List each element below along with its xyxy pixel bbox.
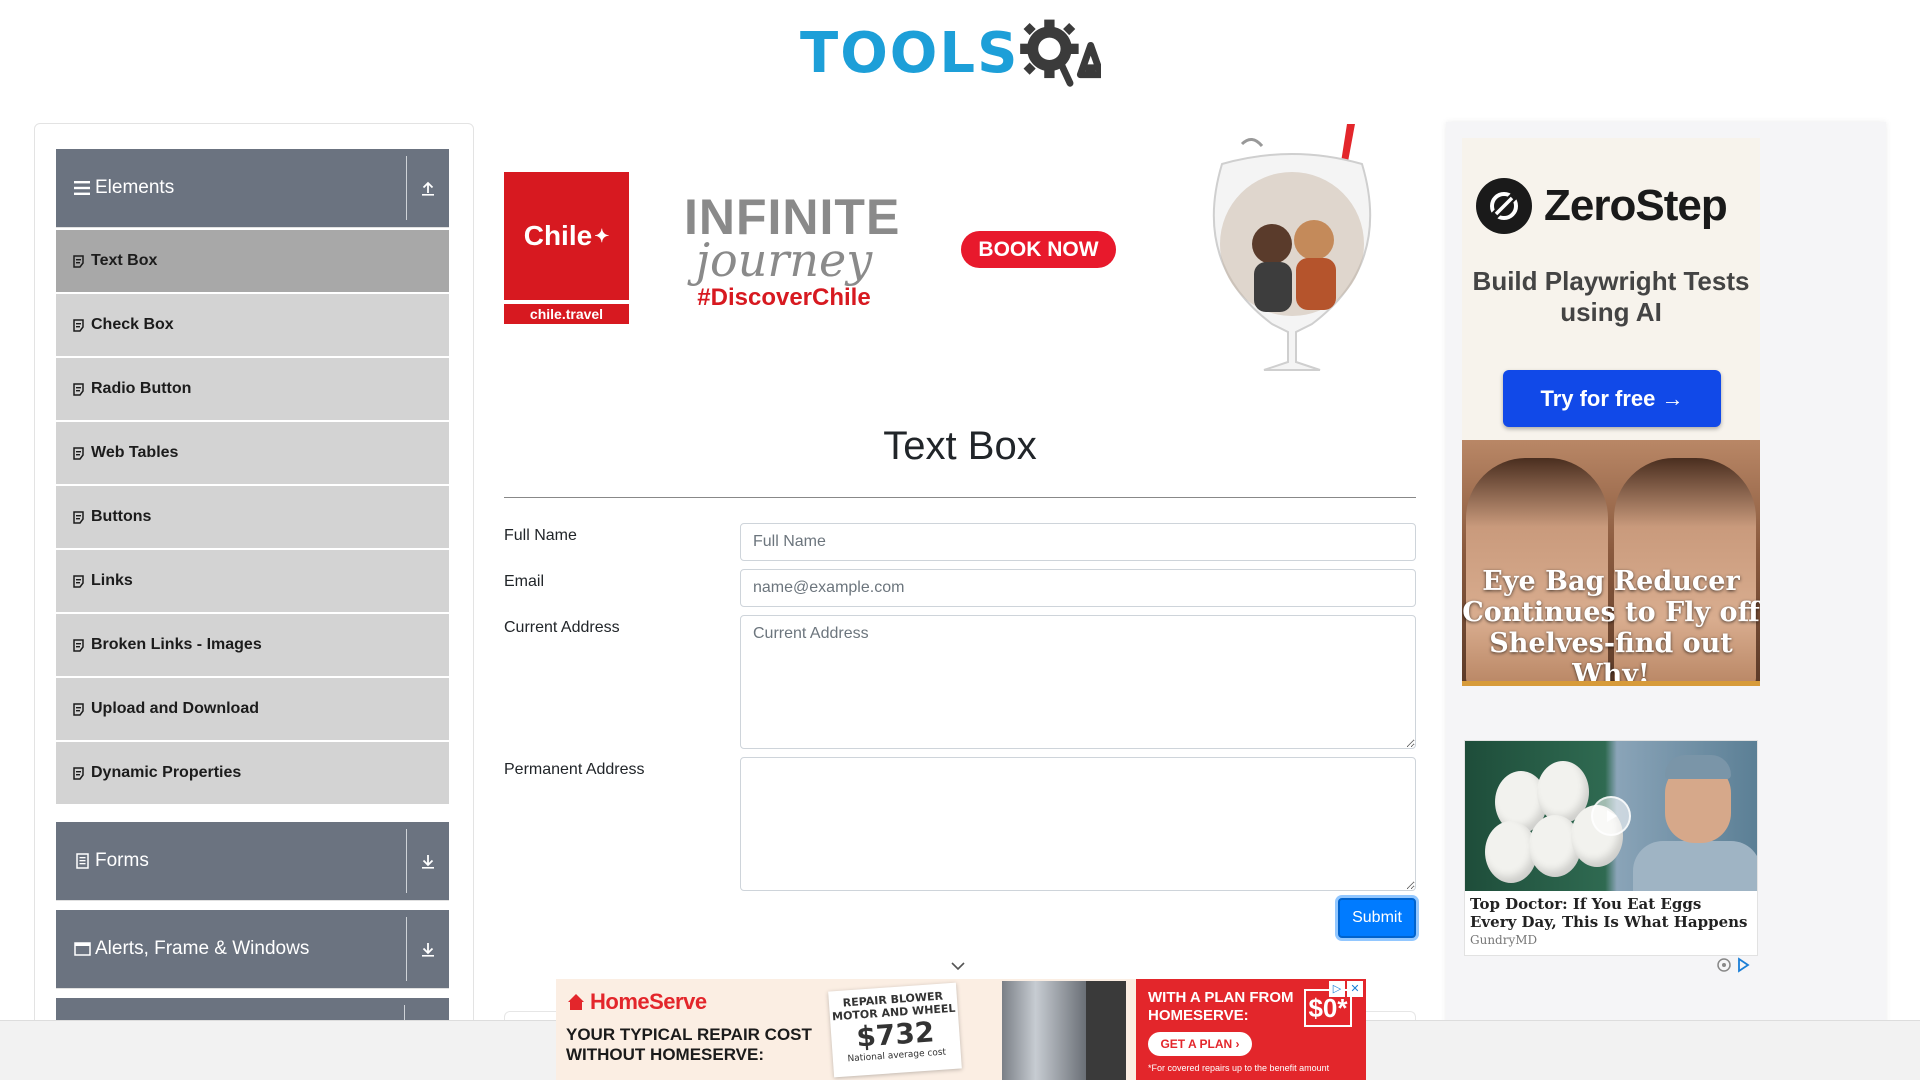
window-icon (73, 940, 91, 958)
homeserve-ad-banner[interactable]: HomeServe YOUR TYPICAL REPAIR COST WITHO… (556, 979, 1366, 1080)
sidebar-item-label: Text Box (91, 252, 158, 269)
form-item-icon (71, 765, 85, 781)
left-sidebar: Elements Text Box Check Box Radio Button… (34, 123, 474, 1080)
house-icon (568, 994, 584, 1010)
homeserve-brand: HomeServe (590, 989, 707, 1014)
form-item-icon (71, 445, 85, 461)
permanent-address-label: Permanent Address (504, 761, 645, 778)
eggs-ad-card[interactable]: Top Doctor: If You Eat Eggs Every Day, T… (1464, 740, 1758, 956)
ad-line-2: journey (695, 233, 873, 287)
chile-logo-text: Chile (523, 220, 593, 251)
title-divider (504, 497, 1416, 498)
group-title: Elements (95, 177, 175, 198)
eggs-ad-title: Top Doctor: If You Eat Eggs Every Day, T… (1470, 895, 1748, 931)
sidebar-item-label: Check Box (91, 316, 174, 333)
plan-text: WITH A PLAN FROM HOMESERVE: (1148, 989, 1294, 1024)
zerostep-ad[interactable]: ZeroStep Build Playwright Tests using AI… (1462, 138, 1760, 442)
sidebar-item-check-box[interactable]: Check Box (56, 294, 449, 356)
plan-disclaimer: *For covered repairs up to the benefit a… (1148, 1063, 1330, 1073)
hamburger-icon (73, 179, 91, 197)
expand-arrow-icon[interactable] (407, 941, 449, 957)
adchoices-icon[interactable] (1716, 956, 1756, 974)
sidebar-item-web-tables[interactable]: Web Tables (56, 422, 449, 484)
sidebar-item-upload-download[interactable]: Upload and Download (56, 678, 449, 740)
group-title: Alerts, Frame & Windows (95, 938, 310, 959)
form-icon (73, 852, 91, 870)
form-item-icon (71, 509, 85, 525)
page: TOOLS Elements Text Box Check Box Radio … (0, 0, 1920, 1080)
group-alerts-header[interactable]: Alerts, Frame & Windows (56, 910, 449, 989)
submit-button[interactable]: Submit (1338, 898, 1416, 938)
hvac-unit-image (1002, 981, 1086, 1080)
get-a-plan-button[interactable]: GET A PLAN › (1148, 1032, 1252, 1056)
homeserve-headline: YOUR TYPICAL REPAIR COST WITHOUT HOMESER… (566, 1025, 812, 1064)
sidebar-item-broken-links[interactable]: Broken Links - Images (56, 614, 449, 676)
form-item-icon (71, 573, 85, 589)
chevron-down-icon[interactable] (950, 958, 966, 974)
zerostep-logo: ZeroStep (1476, 178, 1728, 234)
chile-site-label: chile.travel (504, 304, 629, 324)
expand-arrow-icon[interactable] (407, 853, 449, 869)
sidebar-item-text-box[interactable]: Text Box (56, 230, 449, 292)
zerostep-tagline: Build Playwright Tests using AI (1472, 266, 1750, 327)
sidebar-item-links[interactable]: Links (56, 550, 449, 612)
collapse-arrow-icon[interactable] (407, 180, 449, 196)
right-ad-column: ZeroStep Build Playwright Tests using AI… (1446, 122, 1886, 1080)
email-input[interactable] (740, 569, 1416, 607)
form-item-icon (71, 701, 85, 717)
hvac-unit-image (1086, 981, 1126, 1080)
form-item-icon (71, 637, 85, 653)
sidebar-item-label: Upload and Download (91, 700, 259, 717)
group-title: Forms (95, 850, 149, 871)
full-name-input[interactable] (740, 523, 1416, 561)
form-item-icon (71, 253, 85, 269)
ad-hashtag: #DiscoverChile (697, 284, 871, 311)
wine-glass-image (1212, 124, 1372, 371)
chile-logo: Chile ✦ chile.travel (504, 172, 629, 324)
eye-bag-headline: Eye Bag Reducer Continues to Fly off She… (1462, 566, 1760, 686)
group-elements-header[interactable]: Elements (56, 149, 449, 228)
email-label: Email (504, 573, 545, 590)
sidebar-item-label: Radio Button (91, 380, 192, 397)
eye-bag-ad[interactable]: Eye Bag Reducer Continues to Fly off She… (1462, 440, 1760, 686)
sidebar-item-label: Web Tables (91, 444, 179, 461)
book-now-button[interactable]: BOOK NOW (961, 231, 1116, 268)
eggs-video-thumbnail[interactable] (1465, 741, 1757, 891)
permanent-address-textarea[interactable] (740, 757, 1416, 891)
zerostep-name: ZeroStep (1544, 181, 1728, 230)
full-name-label: Full Name (504, 527, 577, 544)
try-for-free-button[interactable]: Try for free → (1503, 370, 1721, 427)
doctor-cap (1665, 755, 1731, 779)
sidebar-item-label: Dynamic Properties (91, 764, 242, 781)
toolsqa-logo[interactable]: TOOLS (800, 14, 1102, 94)
group-forms-header[interactable]: Forms (56, 822, 449, 901)
sidebar-item-radio-button[interactable]: Radio Button (56, 358, 449, 420)
logo-text: TOOLS (800, 21, 1020, 86)
page-title: Text Box (883, 424, 1037, 468)
sidebar-item-label: Buttons (91, 508, 152, 525)
current-address-label: Current Address (504, 619, 620, 636)
sidebar-item-label: Links (91, 572, 133, 589)
infinite-journey-text: INFINITE journey #DiscoverChile (684, 192, 899, 312)
chile-ad-banner[interactable]: Chile ✦ chile.travel INFINITE journey #Di… (504, 124, 1404, 374)
gear-q-icon (1020, 19, 1102, 87)
sidebar-item-label: Broken Links - Images (91, 636, 262, 653)
adchoices-icon[interactable]: ▷ (1329, 981, 1345, 997)
form-item-icon (71, 381, 85, 397)
play-icon[interactable] (1591, 796, 1631, 836)
zerostep-mark-icon (1476, 178, 1532, 234)
ad-accent-bar (1462, 681, 1760, 686)
sidebar-item-dynamic-properties[interactable]: Dynamic Properties (56, 742, 449, 804)
eggs-ad-source: GundryMD (1470, 933, 1538, 947)
doctor-body (1633, 841, 1757, 891)
ad-close-controls[interactable]: ▷ ✕ (1329, 981, 1363, 997)
form-item-icon (71, 317, 85, 333)
repair-cost-card: REPAIR BLOWER MOTOR AND WHEEL $732 Natio… (828, 982, 962, 1078)
homeserve-logo: HomeServe (566, 989, 707, 1015)
current-address-textarea[interactable] (740, 615, 1416, 749)
close-icon[interactable]: ✕ (1347, 981, 1363, 997)
sidebar-item-buttons[interactable]: Buttons (56, 486, 449, 548)
